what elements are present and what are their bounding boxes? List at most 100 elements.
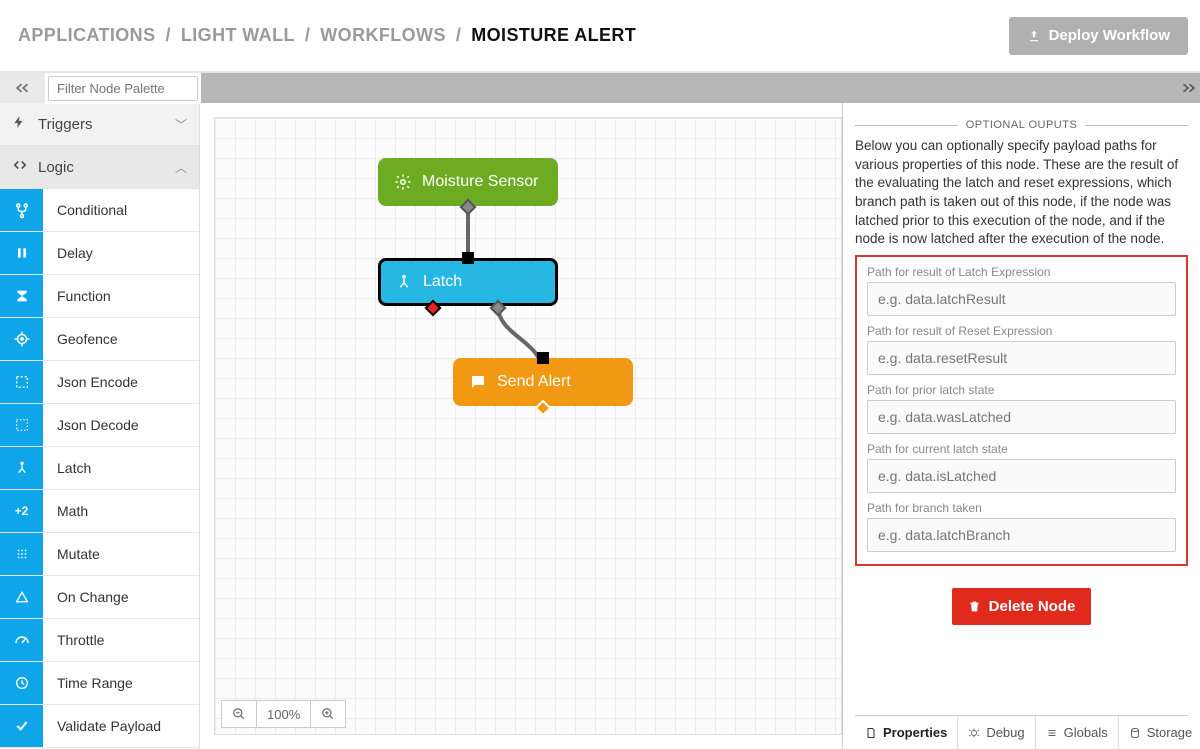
- toolbar: [0, 73, 1200, 103]
- workflow-canvas[interactable]: Moisture Sensor Latch Send Alert: [214, 117, 842, 735]
- zoom-out-button[interactable]: [222, 701, 257, 727]
- collapse-inspector-button[interactable]: [1176, 73, 1200, 103]
- pause-icon: [0, 232, 43, 274]
- palette-node-mutate[interactable]: Mutate: [0, 533, 199, 576]
- node-input-port[interactable]: [462, 252, 474, 264]
- palette-node-on-change[interactable]: On Change: [0, 576, 199, 619]
- palette-node-label: Function: [43, 275, 199, 317]
- palette-node-latch[interactable]: Latch: [0, 447, 199, 490]
- chat-icon: [469, 373, 487, 391]
- palette-section-logic[interactable]: Logic ︿: [0, 146, 199, 189]
- breadcrumb: APPLICATIONS / LIGHT WALL / WORKFLOWS / …: [18, 25, 636, 46]
- tab-label: Globals: [1064, 725, 1108, 740]
- field-label: Path for current latch state: [867, 442, 1176, 456]
- math-icon: +2: [0, 490, 43, 532]
- palette-node-conditional[interactable]: Conditional: [0, 189, 199, 232]
- reset-expression-path-input[interactable]: [867, 341, 1176, 375]
- upload-icon: [1027, 29, 1041, 43]
- delete-node-label: Delete Node: [989, 598, 1076, 615]
- clock-icon: [0, 662, 43, 704]
- palette-section-label: Logic: [38, 159, 74, 176]
- canvas-node-label: Send Alert: [497, 373, 571, 391]
- tab-storage[interactable]: Storage: [1118, 716, 1200, 749]
- palette-node-label: Time Range: [43, 662, 199, 704]
- optional-outputs-header: OPTIONAL OUPUTS: [855, 119, 1188, 131]
- palette-node-throttle[interactable]: Throttle: [0, 619, 199, 662]
- palette-node-label: Validate Payload: [43, 705, 199, 747]
- palette-section-triggers[interactable]: Triggers ﹀: [0, 103, 199, 146]
- code-icon: [12, 158, 30, 176]
- field-label: Path for branch taken: [867, 501, 1176, 515]
- crumb-sep: /: [165, 25, 170, 46]
- branch-taken-path-input[interactable]: [867, 518, 1176, 552]
- deploy-workflow-label: Deploy Workflow: [1049, 27, 1170, 44]
- list-icon: [1046, 727, 1058, 739]
- tab-globals[interactable]: Globals: [1035, 716, 1118, 749]
- grid-icon: [0, 533, 43, 575]
- collapse-palette-button[interactable]: [0, 73, 45, 103]
- palette-node-function[interactable]: Function: [0, 275, 199, 318]
- crumb-sep: /: [456, 25, 461, 46]
- zoom-controls: 100%: [221, 700, 346, 728]
- trash-icon: [968, 600, 981, 613]
- crumb-sep: /: [305, 25, 310, 46]
- chevron-up-icon: ︿: [175, 159, 187, 176]
- palette-node-time-range[interactable]: Time Range: [0, 662, 199, 705]
- palette-node-geofence[interactable]: Geofence: [0, 318, 199, 361]
- palette-node-label: Json Decode: [43, 404, 199, 446]
- palette-node-label: Json Encode: [43, 361, 199, 403]
- palette-node-json-decode[interactable]: Json Decode: [0, 404, 199, 447]
- decode-icon: [0, 404, 43, 446]
- crumb-page: MOISTURE ALERT: [471, 25, 636, 46]
- canvas-node-latch[interactable]: Latch: [378, 258, 558, 306]
- optional-outputs-title: OPTIONAL OUPUTS: [958, 119, 1086, 131]
- node-palette: Triggers ﹀ Logic ︿ Conditional Delay Fun…: [0, 103, 200, 749]
- latch-expression-path-input[interactable]: [867, 282, 1176, 316]
- filter-wrap: [45, 73, 201, 104]
- chevron-down-icon: ﹀: [175, 116, 187, 133]
- tab-label: Properties: [883, 725, 947, 740]
- latch-icon: [0, 447, 43, 489]
- bug-icon: [968, 727, 980, 739]
- inspector-tabs: Properties Debug Globals Storage: [855, 715, 1188, 749]
- crumb-section[interactable]: WORKFLOWS: [320, 25, 446, 46]
- palette-node-delay[interactable]: Delay: [0, 232, 199, 275]
- palette-node-label: Latch: [43, 447, 199, 489]
- zoom-level[interactable]: 100%: [257, 701, 311, 727]
- palette-node-math[interactable]: +2 Math: [0, 490, 199, 533]
- zoom-in-button[interactable]: [311, 701, 345, 727]
- delete-node-button[interactable]: Delete Node: [952, 588, 1092, 625]
- sigma-icon: [0, 275, 43, 317]
- palette-node-label: Geofence: [43, 318, 199, 360]
- deploy-workflow-button[interactable]: Deploy Workflow: [1009, 17, 1188, 55]
- field-label: Path for result of Reset Expression: [867, 324, 1176, 338]
- palette-node-label: On Change: [43, 576, 199, 618]
- branch-icon: [0, 189, 43, 231]
- tab-label: Debug: [986, 725, 1024, 740]
- node-input-port[interactable]: [537, 352, 549, 364]
- field-label: Path for result of Latch Expression: [867, 265, 1176, 279]
- palette-node-json-encode[interactable]: Json Encode: [0, 361, 199, 404]
- current-latch-state-path-input[interactable]: [867, 459, 1176, 493]
- filter-node-palette-input[interactable]: [48, 76, 198, 101]
- palette-node-label: Throttle: [43, 619, 199, 661]
- crumb-applications[interactable]: APPLICATIONS: [18, 25, 155, 46]
- palette-node-label: Math: [43, 490, 199, 532]
- palette-node-validate-payload[interactable]: Validate Payload: [0, 705, 199, 748]
- palette-node-list: Conditional Delay Function Geofence Json…: [0, 189, 199, 749]
- database-icon: [1129, 727, 1141, 739]
- lightning-icon: [12, 115, 30, 133]
- palette-node-label: Mutate: [43, 533, 199, 575]
- tab-debug[interactable]: Debug: [957, 716, 1034, 749]
- tab-properties[interactable]: Properties: [855, 716, 957, 749]
- latch-icon: [395, 273, 413, 291]
- doc-icon: [865, 727, 877, 739]
- canvas-node-label: Latch: [423, 273, 462, 291]
- encode-icon: [0, 361, 43, 403]
- target-icon: [0, 318, 43, 360]
- gauge-icon: [0, 619, 43, 661]
- check-icon: [0, 705, 43, 747]
- palette-node-label: Delay: [43, 232, 199, 274]
- prior-latch-state-path-input[interactable]: [867, 400, 1176, 434]
- crumb-project[interactable]: LIGHT WALL: [181, 25, 295, 46]
